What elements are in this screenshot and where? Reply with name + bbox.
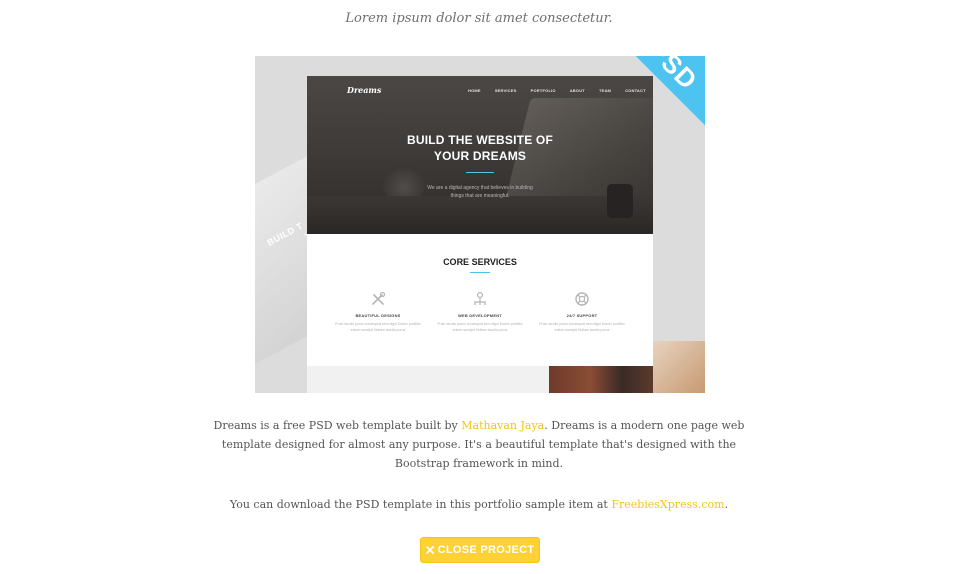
- mockup-section-title: CORE SERVICES: [443, 257, 517, 267]
- close-project-button[interactable]: CLOSE PROJECT: [420, 537, 540, 563]
- mockup-nav: HOME SERVICES PORTFOLIO ABOUT TEAM CONTA…: [468, 88, 646, 93]
- project-description: Dreams is a free PSD web template built …: [213, 419, 745, 470]
- mockup-nav-item: HOME: [468, 88, 481, 93]
- mockup-nav-item: ABOUT: [569, 88, 585, 93]
- mockup-hero-title: BUILD THE WEBSITE OF YOUR DREAMS: [407, 133, 553, 163]
- mockup-nav-item: CONTACT: [625, 88, 646, 93]
- lifebuoy-icon: [575, 292, 589, 306]
- author-link[interactable]: Mathavan Jaya: [461, 419, 544, 432]
- mockup-portfolio-photo: [549, 366, 653, 393]
- mockup-nav-item: SERVICES: [494, 88, 517, 93]
- close-project-label: CLOSE PROJECT: [437, 544, 535, 556]
- template-mockup: Dreams HOME SERVICES PORTFOLIO ABOUT TEA…: [307, 76, 653, 393]
- background-mockup: [255, 156, 307, 364]
- download-link[interactable]: FreebiesXpress.com: [611, 498, 724, 511]
- background-photo: [653, 341, 705, 393]
- tools-icon: [372, 291, 386, 305]
- download-note: You can download the PSD template in thi…: [229, 498, 729, 511]
- hero-divider: [466, 172, 494, 173]
- hero-desk-photo: [307, 196, 653, 234]
- section-divider: [470, 272, 490, 273]
- mockup-hero-subtitle: We are a digital agency that believes in…: [427, 185, 533, 199]
- mockup-nav-item: TEAM: [598, 88, 612, 93]
- modal-subtitle: Lorem ipsum dolor sit amet consectetur.: [345, 11, 613, 26]
- mockup-nav-item: PORTFOLIO: [530, 88, 556, 93]
- mockup-service: 24/7 SUPPORT Proin iaculis purus consequ…: [536, 291, 628, 333]
- project-preview-image: BUILD T Y Dreams HOME SERVICES PORTFOLIO…: [255, 56, 705, 393]
- mockup-service: WEB DEVELOPMENT Proin iaculis purus cons…: [434, 291, 526, 333]
- mockup-hero: Dreams HOME SERVICES PORTFOLIO ABOUT TEA…: [307, 76, 653, 234]
- person-network-icon: [474, 291, 486, 305]
- close-icon: [425, 546, 434, 554]
- mockup-service: BEAUTIFUL DESIGNS Proin iaculis purus co…: [332, 291, 424, 333]
- mockup-logo: Dreams: [347, 85, 382, 95]
